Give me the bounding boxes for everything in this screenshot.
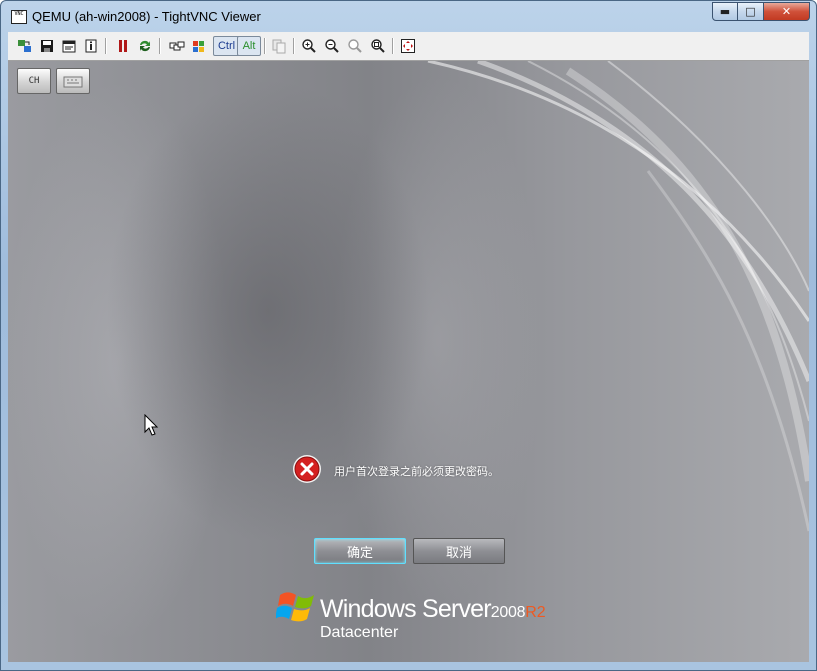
toolbar-separator	[159, 38, 161, 54]
new-connection-icon[interactable]	[16, 37, 34, 55]
brand-edition: Datacenter	[320, 624, 399, 641]
window-controls: ▬ □ ✕	[712, 2, 810, 22]
options-icon[interactable]	[60, 37, 78, 55]
toolbar: Ctrl Alt	[8, 32, 809, 61]
ctrl-key-toggle[interactable]: Ctrl	[213, 36, 240, 56]
remote-desktop-screen[interactable]: CH 用户首次登录之前必须更改密码。 确定 取消 Windows Server2…	[8, 61, 809, 662]
zoom-in-icon[interactable]	[300, 37, 318, 55]
windows-logo-icon	[276, 592, 314, 622]
close-button[interactable]: ✕	[764, 2, 810, 21]
mouse-cursor-icon	[144, 414, 159, 436]
vnc-app-icon[interactable]: VNC	[11, 10, 27, 24]
window-title: QEMU (ah-win2008) - TightVNC Viewer	[32, 9, 261, 24]
pause-icon[interactable]	[114, 37, 132, 55]
brand-version: 2008	[490, 604, 526, 621]
toolbar-separator	[392, 38, 394, 54]
alt-key-toggle[interactable]: Alt	[237, 36, 261, 56]
send-ctrl-alt-del-icon[interactable]	[168, 37, 186, 55]
on-screen-keyboard-button[interactable]	[56, 68, 90, 94]
save-icon[interactable]	[38, 37, 56, 55]
error-icon	[293, 455, 321, 483]
brand-title: Windows Server2008R2	[320, 595, 546, 624]
brand-product: Windows Server	[320, 595, 492, 623]
toolbar-separator	[264, 38, 266, 54]
minimize-button[interactable]: ▬	[712, 2, 738, 21]
ok-button[interactable]: 确定	[314, 538, 406, 564]
vnc-viewer-window: VNC QEMU (ah-win2008) - TightVNC Viewer …	[0, 0, 817, 671]
zoom-out-icon[interactable]	[323, 37, 341, 55]
zoom-100-icon[interactable]	[346, 37, 364, 55]
refresh-icon[interactable]	[136, 37, 154, 55]
input-language-button[interactable]: CH	[17, 68, 51, 94]
fullscreen-icon[interactable]	[399, 37, 417, 55]
cancel-button[interactable]: 取消	[413, 538, 505, 564]
send-ctrl-esc-icon[interactable]	[190, 37, 208, 55]
copy-clipboard-icon[interactable]	[270, 37, 288, 55]
brand-release: R2	[525, 604, 546, 621]
keyboard-icon	[63, 76, 83, 88]
toolbar-separator	[293, 38, 295, 54]
info-icon[interactable]	[82, 37, 100, 55]
wallpaper-light-swooshes	[427, 61, 809, 532]
toolbar-separator	[105, 38, 107, 54]
error-message: 用户首次登录之前必须更改密码。	[334, 465, 499, 478]
maximize-button[interactable]: □	[738, 2, 764, 21]
title-bar[interactable]: VNC QEMU (ah-win2008) - TightVNC Viewer …	[1, 1, 816, 31]
zoom-auto-icon[interactable]	[369, 37, 387, 55]
